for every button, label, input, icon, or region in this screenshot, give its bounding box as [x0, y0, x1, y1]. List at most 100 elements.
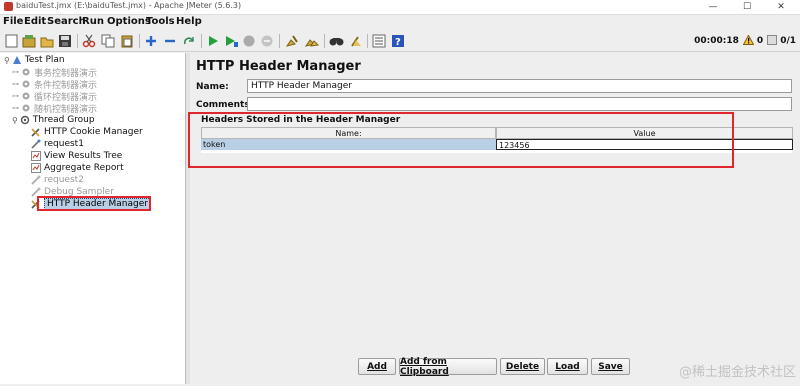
- menu-search[interactable]: Search: [47, 16, 86, 27]
- clear-icon[interactable]: [284, 33, 300, 49]
- window-title-bar: baiduTest.jmx (E:\baiduTest.jmx) - Apach…: [0, 0, 800, 15]
- clear-all-icon[interactable]: [304, 33, 320, 49]
- column-header-name[interactable]: Name:: [201, 127, 496, 139]
- run-status: 00:00:18 0 0/1: [694, 33, 796, 48]
- tree-toggle-icon[interactable]: ⚲: [4, 56, 10, 65]
- tree-item-label: Aggregate Report: [44, 163, 124, 173]
- tree-item-loop-controller[interactable]: ⊶ 循环控制器演示: [12, 90, 97, 103]
- chart-icon: [31, 163, 41, 173]
- paste-icon[interactable]: [119, 33, 135, 49]
- pipette-icon: [31, 187, 41, 197]
- reset-search-icon[interactable]: [348, 33, 364, 49]
- window-title: baiduTest.jmx (E:\baiduTest.jmx) - Apach…: [16, 1, 242, 10]
- headers-title: Headers Stored in the Header Manager: [201, 115, 401, 125]
- tree-item-label-selected: HTTP Header Manager: [44, 198, 151, 210]
- headers-section: Headers Stored in the Header Manager Nam…: [194, 111, 794, 161]
- help-icon[interactable]: ?: [390, 33, 406, 49]
- comments-field[interactable]: [247, 97, 792, 111]
- toolbar-separator: [367, 34, 368, 48]
- tree-item-request1[interactable]: request1: [31, 138, 84, 150]
- toolbar-separator: [324, 34, 325, 48]
- minimize-button[interactable]: —: [696, 0, 730, 14]
- toggle-icon[interactable]: [181, 33, 197, 49]
- save-icon[interactable]: [57, 33, 73, 49]
- pipette-icon: [31, 175, 41, 185]
- column-header-value[interactable]: Value: [496, 127, 793, 139]
- menu-file[interactable]: File: [3, 16, 23, 27]
- menu-help[interactable]: Help: [176, 16, 202, 27]
- tree-expand-icon[interactable]: ⊶: [12, 92, 19, 100]
- tree-item-header-manager[interactable]: HTTP Header Manager: [31, 198, 151, 210]
- tree-item-label: 随机控制器演示: [34, 104, 98, 115]
- tree-item-transaction-controller[interactable]: ⊶ 事务控制器演示: [12, 66, 97, 79]
- gear-icon: [20, 115, 30, 125]
- toolbar-separator: [201, 34, 202, 48]
- config-panel: HTTP Header Manager Name: HTTP Header Ma…: [190, 53, 798, 384]
- header-name-cell[interactable]: token: [201, 139, 496, 150]
- open-icon[interactable]: [39, 33, 55, 49]
- menu-run[interactable]: Run: [82, 16, 104, 27]
- tree-item-if-controller[interactable]: ⊶ 条件控制器演示: [12, 78, 97, 91]
- tree-item-debug-sampler[interactable]: Debug Sampler: [31, 186, 114, 198]
- test-plan-tree: ⚲ Test Plan ⊶ 事务控制器演示 ⊶ 条件控制器演示 ⊶ 循环控制器演…: [0, 53, 186, 384]
- add-button[interactable]: Add: [358, 358, 396, 375]
- watermark: @稀土掘金技术社区: [678, 365, 796, 380]
- function-helper-icon[interactable]: [371, 33, 387, 49]
- tree-expand-icon[interactable]: ⊶: [12, 104, 19, 112]
- tree-item-test-plan[interactable]: ⚲ Test Plan: [4, 54, 65, 66]
- start-icon[interactable]: [205, 33, 221, 49]
- tree-item-aggregate-report[interactable]: Aggregate Report: [31, 162, 124, 174]
- jmeter-app-icon: [4, 2, 13, 11]
- svg-text:?: ?: [395, 37, 401, 48]
- tree-item-label: HTTP Cookie Manager: [44, 127, 143, 137]
- shutdown-icon[interactable]: [259, 33, 275, 49]
- tree-item-thread-group[interactable]: ⚲ Thread Group: [12, 114, 95, 126]
- copy-icon[interactable]: [100, 33, 116, 49]
- start-no-pause-icon[interactable]: [223, 33, 239, 49]
- menu-bar: File Edit Search Run Options Tools Help: [0, 15, 800, 30]
- header-value-cell[interactable]: 123456: [496, 139, 793, 150]
- name-field[interactable]: HTTP Header Manager: [247, 79, 792, 93]
- warning-icon[interactable]: [742, 33, 755, 48]
- delete-button[interactable]: Delete: [500, 358, 545, 375]
- menu-options[interactable]: Options: [107, 16, 151, 27]
- new-icon[interactable]: [3, 33, 19, 49]
- test-plan-icon: [12, 56, 21, 64]
- close-button[interactable]: ✕: [764, 0, 798, 14]
- tree-item-cookie-manager[interactable]: HTTP Cookie Manager: [31, 126, 143, 138]
- tree-item-request2[interactable]: request2: [31, 174, 84, 186]
- menu-tools[interactable]: Tools: [146, 16, 175, 27]
- tree-item-view-results-tree[interactable]: View Results Tree: [31, 150, 122, 162]
- tree-expand-icon[interactable]: ⊶: [12, 68, 19, 76]
- panel-title: HTTP Header Manager: [196, 59, 361, 74]
- wrench-icon: [31, 128, 40, 137]
- templates-icon[interactable]: [21, 33, 37, 49]
- stop-icon[interactable]: [241, 33, 257, 49]
- comments-label: Comments:: [196, 100, 254, 110]
- tree-item-label: Debug Sampler: [44, 187, 114, 197]
- cut-icon[interactable]: [81, 33, 97, 49]
- name-label: Name:: [196, 82, 229, 92]
- menu-edit[interactable]: Edit: [24, 16, 46, 27]
- tree-item-label: View Results Tree: [44, 151, 123, 161]
- gear-icon: [22, 68, 30, 76]
- tree-item-label: Thread Group: [32, 115, 95, 125]
- headers-table: Name: Value token 123456: [201, 127, 793, 153]
- collapse-icon[interactable]: [162, 33, 178, 49]
- toolbar: ? 00:00:18 0 0/1: [0, 31, 800, 52]
- save-button[interactable]: Save: [591, 358, 630, 375]
- tree-item-random-controller[interactable]: ⊶ 随机控制器演示: [12, 102, 98, 115]
- elapsed-time: 00:00:18: [694, 36, 739, 46]
- toolbar-separator: [279, 34, 280, 48]
- expand-icon[interactable]: [143, 33, 159, 49]
- add-from-clipboard-button[interactable]: Add from Clipboard: [399, 357, 497, 377]
- gear-icon: [22, 104, 30, 112]
- tree-toggle-icon[interactable]: ⚲: [12, 116, 18, 125]
- search-icon[interactable]: [328, 33, 344, 49]
- tree-expand-icon[interactable]: ⊶: [12, 80, 19, 88]
- load-button[interactable]: Load: [547, 358, 588, 375]
- gear-icon: [22, 80, 30, 88]
- chart-icon: [31, 151, 41, 161]
- maximize-button[interactable]: ☐: [730, 0, 764, 14]
- toolbar-separator: [139, 34, 140, 48]
